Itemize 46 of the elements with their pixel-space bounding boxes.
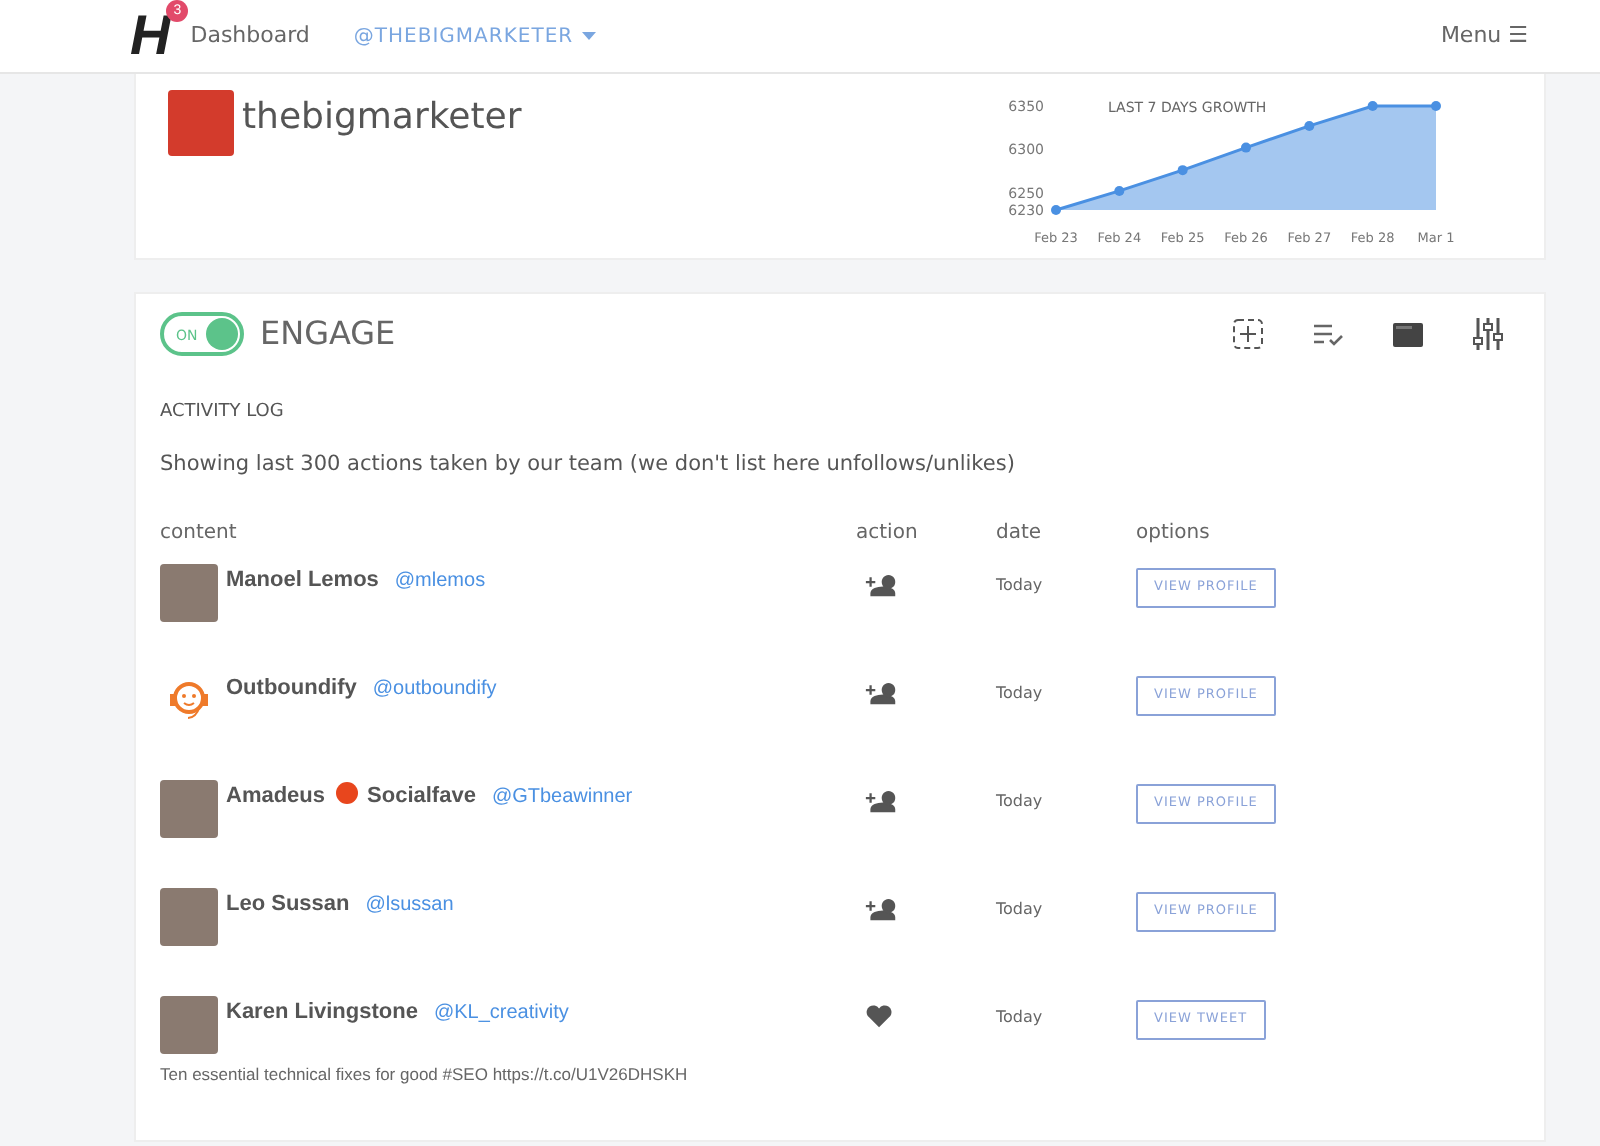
avatar-placeholder bbox=[160, 780, 218, 839]
data-point bbox=[1241, 142, 1251, 153]
heart-icon bbox=[864, 1000, 896, 1031]
tweet-text: Ten essential technical fixes for good #SEO https://t.co/U1V26DHSKH bbox=[160, 1062, 690, 1088]
user-name: Karen Livingstone bbox=[226, 998, 418, 1029]
account-dropdown[interactable]: @THEBIGMARKETER bbox=[341, 19, 608, 53]
engage-title: ENGAGE bbox=[260, 312, 396, 356]
data-point bbox=[1051, 205, 1061, 215]
date-text: Today bbox=[996, 1008, 1043, 1027]
date-text: Today bbox=[996, 576, 1043, 595]
data-point bbox=[1431, 101, 1441, 111]
date-text: Today bbox=[996, 900, 1043, 919]
menu-button[interactable]: Menu ☰ bbox=[1428, 17, 1540, 55]
user-handle-link[interactable]: @lsussan bbox=[365, 890, 454, 921]
user-name: Leo Sussan bbox=[226, 890, 350, 921]
avatar-placeholder bbox=[160, 996, 218, 1055]
section-title: ACTIVITY LOG bbox=[160, 402, 284, 422]
user-handle-link[interactable]: @mlemos bbox=[394, 566, 486, 597]
date-text: Today bbox=[996, 684, 1043, 703]
user-handle-link[interactable]: @GTbeawinner bbox=[491, 782, 633, 813]
user-name: Socialfave bbox=[367, 782, 476, 813]
add-icon[interactable] bbox=[1232, 318, 1264, 350]
profile-avatar-placeholder bbox=[168, 90, 234, 156]
description-text: Showing last 300 actions taken by our team (we don't list here unfollows/unlikes) bbox=[160, 451, 1015, 475]
column-header: date bbox=[996, 522, 1042, 545]
username: thebigmarketer bbox=[242, 94, 522, 142]
caret-icon bbox=[581, 32, 596, 40]
user-handle-link[interactable]: @KL_creativity bbox=[433, 998, 569, 1029]
date-text: Today bbox=[996, 792, 1043, 811]
dashboard-link[interactable]: Dashboard bbox=[190, 19, 310, 53]
column-header: options bbox=[1136, 522, 1210, 545]
data-point bbox=[1367, 101, 1378, 111]
data-point bbox=[1177, 165, 1188, 176]
window-icon[interactable] bbox=[1392, 321, 1424, 347]
avatar-placeholder bbox=[160, 888, 218, 947]
avatar-placeholder bbox=[160, 564, 218, 623]
column-header: content bbox=[160, 522, 237, 545]
user-name: Manoel Lemos bbox=[226, 566, 379, 597]
user-name: Amadeus bbox=[226, 782, 326, 813]
data-point bbox=[1304, 120, 1315, 131]
user-name: Outboundify bbox=[226, 674, 357, 705]
sliders-icon[interactable] bbox=[1472, 316, 1504, 352]
user-handle-link[interactable]: @outboundify bbox=[372, 674, 497, 705]
column-header: action bbox=[856, 522, 918, 545]
checklist-icon[interactable] bbox=[1312, 322, 1344, 346]
data-point bbox=[1114, 185, 1125, 196]
